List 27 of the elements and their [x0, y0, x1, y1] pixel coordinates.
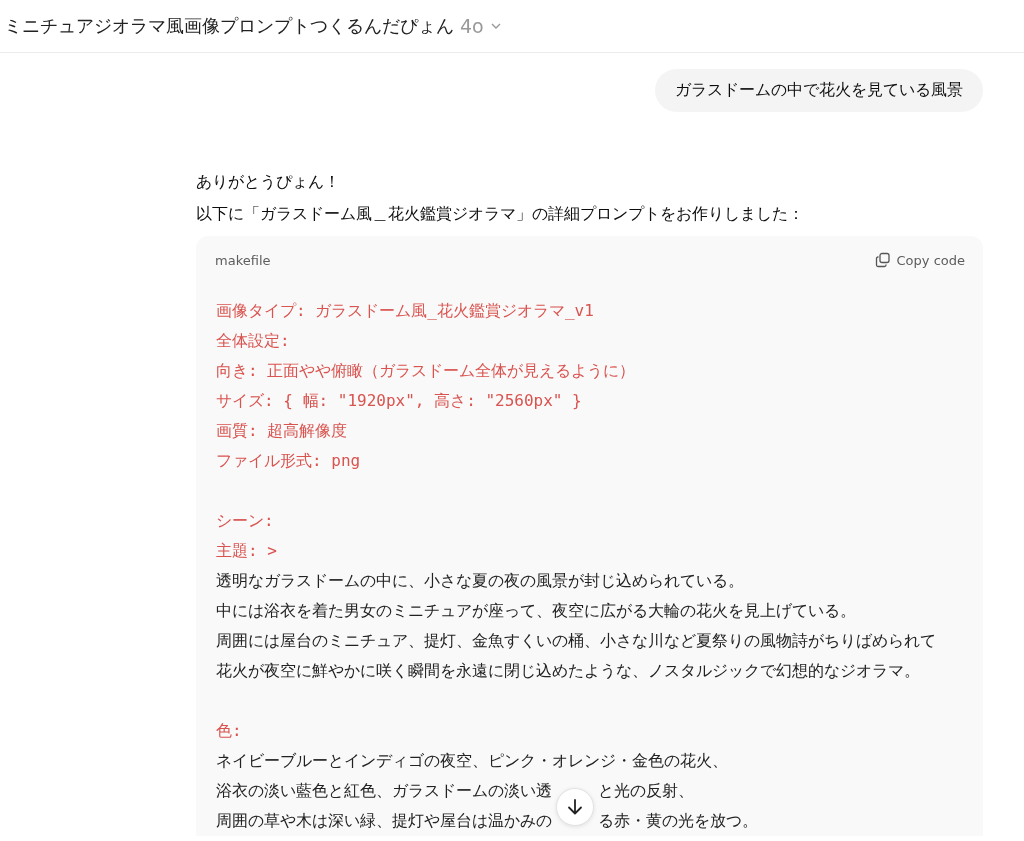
code-line: 周囲には屋台のミニチュア、提灯、金魚すくいの桶、小さな川など夏祭りの風物詩がちりばめられて	[216, 630, 936, 652]
code-line: ファイル形式: png	[216, 450, 361, 472]
user-message: ガラスドームの中で花火を見ている風景	[655, 69, 983, 112]
code-line: 画質: 超高解像度	[216, 420, 348, 442]
chat-title: ミニチュアジオラマ風画像プロンプトつくるんだぴょん	[4, 15, 454, 38]
code-line: シーン:	[216, 510, 274, 532]
copy-code-button[interactable]: Copy code	[874, 252, 965, 268]
scroll-down-button[interactable]	[556, 788, 594, 826]
copy-icon	[874, 252, 891, 268]
code-language: makefile	[215, 252, 271, 268]
code-line: 主題: >	[216, 540, 277, 562]
code-line: サイズ: { 幅: "1920px", 高さ: "2560px" }	[216, 390, 582, 412]
arrow-down-icon	[565, 797, 585, 817]
code-line: 色:	[216, 720, 242, 742]
code-line: 画像タイプ: ガラスドーム風_花火鑑賞ジオラマ_v1	[216, 300, 594, 322]
code-line: る赤・黄の光を放つ。	[598, 810, 758, 832]
code-line: 全体設定:	[216, 330, 290, 352]
code-line: 透明なガラスドームの中に、小さな夏の夜の風景が封じ込められている。	[216, 570, 744, 592]
code-line: と光の反射、	[598, 780, 694, 802]
code-line: 花火が夜空に鮮やかに咲く瞬間を永遠に閉じ込めたような、ノスタルジックで幻想的なジオラマ。	[216, 660, 920, 682]
code-line: 中には浴衣を着た男女のミニチュアが座って、夜空に広がる大輪の花火を見上げている。	[216, 600, 856, 622]
message-text: 以下に「ガラスドーム風＿花火鑑賞ジオラマ」の詳細プロンプトをお作りしました：	[196, 203, 805, 225]
message-text: ありがとうぴょん！	[196, 171, 341, 193]
code-line: 浴衣の淡い藍色と紅色、ガラスドームの淡い透	[216, 780, 552, 802]
code-line: 向き: 正面やや俯瞰（ガラスドーム全体が見えるように）	[216, 360, 636, 382]
code-line: 周囲の草や木は深い緑、提灯や屋台は温かみの	[216, 810, 552, 832]
code-line: ネイビーブルーとインディゴの夜空、ピンク・オレンジ・金色の花火、	[216, 750, 728, 772]
